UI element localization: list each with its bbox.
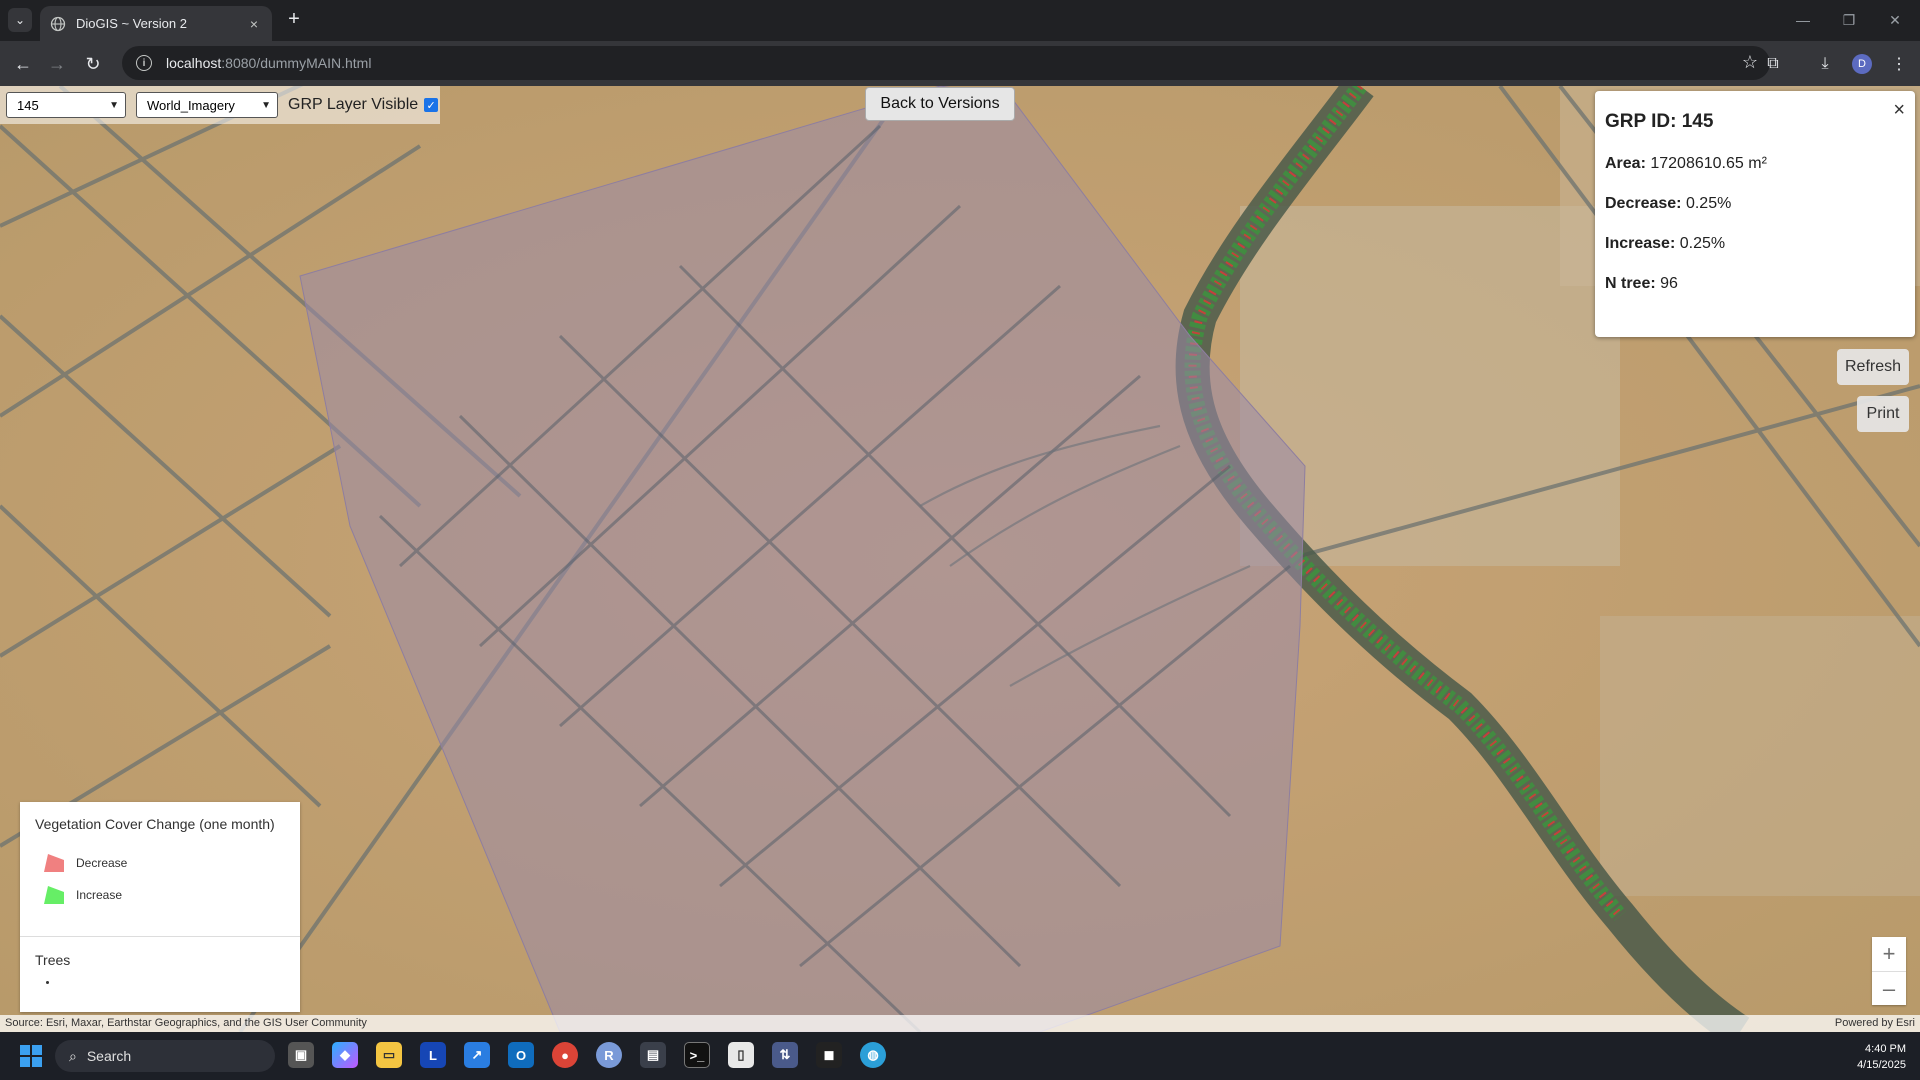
forward-arrow-icon[interactable]: → bbox=[42, 49, 72, 79]
popup-area-row: Area: 17208610.65 m² bbox=[1605, 155, 1905, 173]
zoom-control: + – bbox=[1872, 937, 1906, 1005]
grp-layer-checkbox[interactable]: ✓ bbox=[424, 98, 439, 112]
new-tab-button[interactable]: + bbox=[282, 8, 306, 32]
terminal-icon[interactable]: >_ bbox=[684, 1042, 710, 1068]
attribution-text: Source: Esri, Maxar, Earthstar Geographi… bbox=[5, 1017, 367, 1029]
popup-decrease-row: Decrease: 0.25% bbox=[1605, 195, 1905, 213]
area-label: Area: bbox=[1605, 155, 1646, 172]
windows-start-icon[interactable] bbox=[20, 1045, 42, 1067]
app-network-icon[interactable]: ⇅ bbox=[772, 1042, 798, 1068]
profile-avatar[interactable]: D bbox=[1852, 54, 1872, 74]
map-controls-bar: 145 ▼ World_Imagery ▼ GRP Layer Visible … bbox=[0, 86, 440, 124]
ntree-value: 96 bbox=[1660, 275, 1678, 292]
map-view[interactable]: 145 ▼ World_Imagery ▼ GRP Layer Visible … bbox=[0, 86, 1920, 1032]
popup-increase-row: Increase: 0.25% bbox=[1605, 235, 1905, 253]
url-path: :8080/dummyMAIN.html bbox=[221, 55, 372, 71]
system-clock[interactable]: 4:40 PM 4/15/2025 bbox=[1857, 1041, 1906, 1073]
increase-swatch bbox=[44, 886, 64, 904]
chrome-icon[interactable]: ● bbox=[552, 1042, 578, 1068]
back-to-versions-button[interactable]: Back to Versions bbox=[865, 87, 1015, 121]
increase-label: Increase: bbox=[1605, 235, 1676, 252]
reload-icon[interactable]: ↻ bbox=[78, 49, 108, 79]
decrease-swatch bbox=[44, 854, 64, 872]
app-monitor-icon[interactable]: ▤ bbox=[640, 1042, 666, 1068]
checkmark-icon: ✓ bbox=[426, 99, 436, 112]
clock-time: 4:40 PM bbox=[1865, 1043, 1906, 1055]
bookmark-star-icon[interactable]: ☆ bbox=[1742, 52, 1758, 73]
decrease-value: 0.25% bbox=[1685, 195, 1732, 212]
app-l-icon[interactable]: L bbox=[420, 1042, 446, 1068]
app-chart-icon[interactable]: ↗ bbox=[464, 1042, 490, 1068]
popup-ntree-row: N tree: 96 bbox=[1605, 275, 1905, 293]
basemap-select[interactable]: World_Imagery ▼ bbox=[136, 92, 278, 118]
globe-icon bbox=[50, 16, 66, 31]
taskbar-search-label: Search bbox=[86, 1048, 132, 1064]
legend-panel: Vegetation Cover Change (one month) Decr… bbox=[20, 802, 300, 1012]
extensions-icon[interactable]: ⧉ bbox=[1760, 51, 1786, 77]
clock-date: 4/15/2025 bbox=[1857, 1059, 1906, 1071]
download-icon[interactable]: ⤓ bbox=[1812, 51, 1838, 77]
site-info-icon[interactable]: i bbox=[136, 55, 152, 71]
address-bar[interactable]: i localhost :8080/dummyMAIN.html ☆ bbox=[122, 46, 1770, 80]
map-attribution: Source: Esri, Maxar, Earthstar Geographi… bbox=[0, 1015, 1920, 1032]
area-value: 17208610.65 m² bbox=[1650, 155, 1767, 172]
windows-taskbar: ⌕ Search ▣ ◆ ▭ L ↗ O ● R ▤ >_ ▯ ⇅ ◼ ◍ 4:… bbox=[0, 1032, 1920, 1080]
powered-by-text[interactable]: Powered by Esri bbox=[1835, 1017, 1915, 1029]
legend-item-label: Decrease bbox=[76, 856, 128, 870]
r-app-icon[interactable]: R bbox=[596, 1042, 622, 1068]
restore-icon[interactable]: ❐ bbox=[1826, 6, 1872, 34]
taskbar-search[interactable]: ⌕ Search bbox=[55, 1040, 275, 1072]
chevron-down-icon: ▼ bbox=[109, 99, 119, 111]
globe-app-icon[interactable]: ◍ bbox=[860, 1042, 886, 1068]
tree-point-symbol bbox=[46, 981, 49, 984]
popup-title: GRP ID: 145 bbox=[1605, 111, 1714, 132]
copilot-icon[interactable]: ◆ bbox=[332, 1042, 358, 1068]
outlook-icon[interactable]: O bbox=[508, 1042, 534, 1068]
active-tab[interactable]: DioGIS ~ Version 2 × bbox=[40, 6, 272, 41]
decrease-label: Decrease: bbox=[1605, 195, 1682, 212]
popup-close-icon[interactable]: × bbox=[1893, 99, 1905, 122]
app-cube-icon[interactable]: ◼ bbox=[816, 1042, 842, 1068]
grp-id-select-value: 145 bbox=[17, 97, 39, 113]
url-host: localhost bbox=[166, 55, 222, 71]
legend-trees-title: Trees bbox=[35, 952, 71, 968]
legend-title: Vegetation Cover Change (one month) bbox=[35, 816, 275, 832]
menu-kebab-icon[interactable]: ⋮ bbox=[1886, 51, 1912, 77]
zoom-in-button[interactable]: + bbox=[1872, 937, 1906, 971]
refresh-button[interactable]: Refresh bbox=[1837, 349, 1909, 385]
tab-title: DioGIS ~ Version 2 bbox=[76, 16, 187, 31]
grp-id-select[interactable]: 145 ▼ bbox=[6, 92, 126, 118]
chevron-down-icon: ⌄ bbox=[14, 13, 26, 27]
close-window-icon[interactable]: ✕ bbox=[1872, 6, 1918, 34]
notepad-icon[interactable]: ▯ bbox=[728, 1042, 754, 1068]
legend-item-label: Increase bbox=[76, 888, 123, 902]
search-icon: ⌕ bbox=[69, 1047, 77, 1064]
file-explorer-icon[interactable]: ▭ bbox=[376, 1042, 402, 1068]
increase-value: 0.25% bbox=[1679, 235, 1726, 252]
zoom-out-button[interactable]: – bbox=[1872, 971, 1906, 1005]
legend-item-decrease: Decrease bbox=[42, 852, 127, 874]
tab-search-button[interactable]: ⌄ bbox=[8, 8, 32, 32]
basemap-select-value: World_Imagery bbox=[147, 97, 235, 113]
grp-info-popup: × GRP ID: 145 Area: 17208610.65 m² Decre… bbox=[1595, 91, 1915, 337]
tab-bar: ⌄ DioGIS ~ Version 2 × + — ❐ ✕ bbox=[0, 0, 1920, 41]
chevron-down-icon: ▼ bbox=[261, 99, 271, 111]
print-button[interactable]: Print bbox=[1857, 396, 1909, 432]
legend-item-increase: Increase bbox=[42, 884, 122, 906]
grp-layer-label: GRP Layer Visible bbox=[288, 96, 419, 113]
back-arrow-icon[interactable]: ← bbox=[8, 49, 38, 79]
task-view-icon[interactable]: ▣ bbox=[288, 1042, 314, 1068]
browser-toolbar: ← → ↻ i localhost :8080/dummyMAIN.html ☆… bbox=[0, 41, 1920, 86]
tab-close-icon[interactable]: × bbox=[246, 16, 262, 32]
ntree-label: N tree: bbox=[1605, 275, 1656, 292]
legend-divider bbox=[20, 936, 300, 937]
minimize-icon[interactable]: — bbox=[1780, 6, 1826, 34]
